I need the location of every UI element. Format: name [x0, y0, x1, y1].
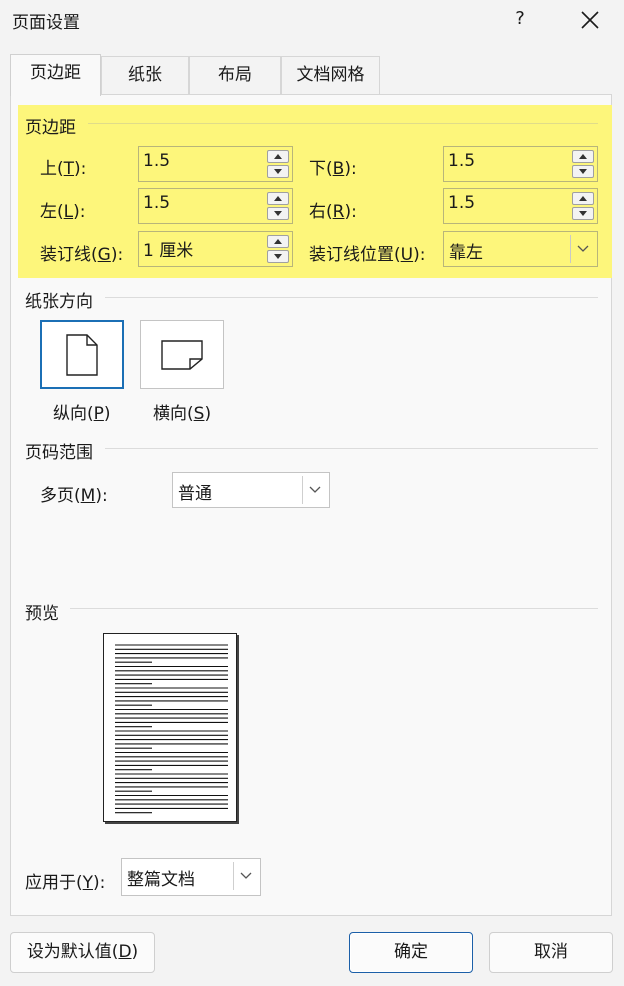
left-margin-value[interactable]: 1.5	[143, 193, 170, 213]
arrow-down-icon	[274, 254, 282, 259]
bottom-margin-down[interactable]	[572, 165, 594, 178]
gutter-up[interactable]	[267, 235, 289, 248]
set-default-button[interactable]: 设为默认值(D)	[10, 932, 155, 973]
left-margin-label: 左(L):	[40, 202, 86, 222]
cancel-button[interactable]: 取消	[489, 932, 613, 973]
dropdown-button[interactable]	[233, 862, 257, 890]
bottom-margin-up[interactable]	[572, 150, 594, 163]
chevron-down-icon	[577, 245, 588, 252]
pages-group-title: 页码范围	[25, 443, 93, 463]
apply-to-label: 应用于(Y):	[25, 873, 106, 893]
orientation-divider	[105, 297, 598, 298]
close-icon	[581, 11, 599, 29]
right-margin-spinner[interactable]: 1.5	[443, 188, 598, 224]
top-margin-up[interactable]	[267, 150, 289, 163]
dialog-title: 页面设置	[12, 13, 80, 33]
multiple-pages-label: 多页(M):	[40, 486, 108, 506]
gutter-down[interactable]	[267, 250, 289, 263]
left-margin-down[interactable]	[267, 207, 289, 220]
tab-layout[interactable]: 布局	[189, 56, 281, 94]
bottom-margin-value[interactable]: 1.5	[448, 151, 475, 171]
dropdown-button[interactable]	[302, 476, 326, 504]
portrait-page-icon	[66, 333, 98, 376]
left-margin-spinner[interactable]: 1.5	[138, 188, 293, 224]
top-margin-spinner[interactable]: 1.5	[138, 146, 293, 182]
tab-document-grid[interactable]: 文档网格	[281, 56, 380, 94]
gutter-position-value: 靠左	[449, 243, 483, 263]
right-margin-up[interactable]	[572, 192, 594, 205]
left-margin-up[interactable]	[267, 192, 289, 205]
tab-margins[interactable]: 页边距	[10, 54, 101, 96]
arrow-down-icon	[579, 169, 587, 174]
apply-to-value: 整篇文档	[127, 870, 195, 890]
top-margin-label: 上(T):	[40, 159, 87, 179]
right-margin-down[interactable]	[572, 207, 594, 220]
pages-divider	[105, 448, 598, 449]
landscape-button[interactable]	[140, 320, 224, 389]
arrow-down-icon	[274, 169, 282, 174]
gutter-label: 装订线(G):	[40, 245, 124, 265]
preview-text-lines	[115, 644, 228, 814]
bottom-margin-spinner[interactable]: 1.5	[443, 146, 598, 182]
margins-divider	[88, 123, 598, 124]
arrow-up-icon	[274, 239, 282, 244]
arrow-down-icon	[274, 211, 282, 216]
arrow-up-icon	[579, 196, 587, 201]
landscape-page-icon	[161, 339, 203, 370]
arrow-down-icon	[579, 211, 587, 216]
right-margin-value[interactable]: 1.5	[448, 193, 475, 213]
margins-group-title: 页边距	[25, 118, 76, 138]
arrow-up-icon	[579, 154, 587, 159]
arrow-up-icon	[274, 196, 282, 201]
top-margin-value[interactable]: 1.5	[143, 151, 170, 171]
gutter-value[interactable]: 1 厘米	[143, 236, 193, 261]
chevron-down-icon	[240, 872, 251, 879]
landscape-label: 横向(S)	[153, 404, 212, 424]
close-button[interactable]	[575, 5, 605, 35]
dropdown-button[interactable]	[570, 235, 594, 263]
gutter-position-select[interactable]: 靠左	[443, 231, 598, 267]
preview-group-title: 预览	[25, 604, 59, 624]
ok-button[interactable]: 确定	[349, 932, 473, 973]
multiple-pages-select[interactable]: 普通	[172, 472, 330, 508]
apply-to-select[interactable]: 整篇文档	[121, 858, 261, 896]
gutter-spinner[interactable]: 1 厘米	[138, 231, 293, 267]
gutter-position-label: 装订线位置(U):	[309, 245, 426, 265]
top-margin-down[interactable]	[267, 165, 289, 178]
preview-divider	[70, 608, 598, 609]
bottom-margin-label: 下(B):	[309, 159, 357, 179]
chevron-down-icon	[309, 486, 320, 493]
arrow-up-icon	[274, 154, 282, 159]
preview-page	[103, 633, 237, 822]
portrait-label: 纵向(P)	[53, 404, 111, 424]
right-margin-label: 右(R):	[309, 202, 357, 222]
tab-paper[interactable]: 纸张	[101, 56, 189, 94]
multiple-pages-value: 普通	[178, 484, 212, 504]
portrait-button[interactable]	[40, 320, 124, 389]
orientation-group-title: 纸张方向	[25, 292, 93, 312]
help-button[interactable]: ?	[511, 8, 529, 29]
